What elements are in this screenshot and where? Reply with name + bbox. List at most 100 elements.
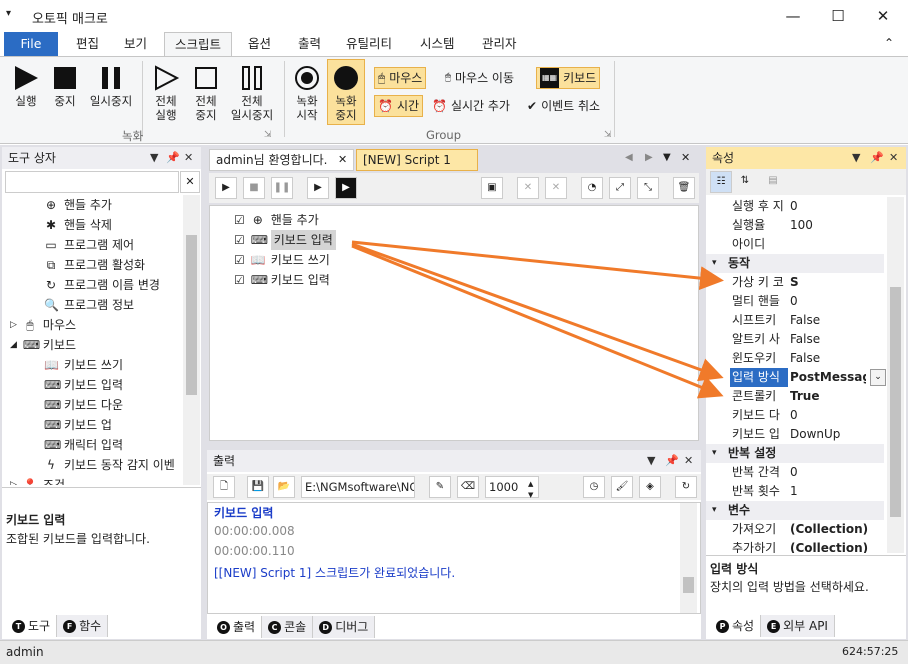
trash-icon[interactable]: 🗑 <box>673 177 695 199</box>
tab-system[interactable]: 시스템 <box>410 32 465 56</box>
script-step[interactable]: ☑ ⊕ 핸들 추가 <box>234 210 319 230</box>
realtime-add-toggle[interactable]: ⏰ 실시간 추가 <box>429 95 513 117</box>
property-row[interactable]: 아이디 <box>706 235 884 254</box>
dropdown-icon[interactable]: ▼ <box>852 147 860 169</box>
dropdown-button[interactable]: ⌄ <box>870 369 886 386</box>
record-start-button[interactable]: 녹화 시작 <box>290 65 324 122</box>
pause-button[interactable]: ❚❚ <box>271 177 293 199</box>
tab-view[interactable]: 보기 <box>114 32 157 56</box>
stop-button[interactable]: 중지 <box>48 65 82 108</box>
pause-all-button[interactable]: 전체 일시중지 <box>226 65 278 122</box>
minimize-button[interactable]: — <box>770 0 816 32</box>
expand-icon[interactable]: ▷ <box>10 475 17 485</box>
tree-item[interactable]: ▭ 프로그램 제어 <box>44 235 134 255</box>
property-category-action[interactable]: ▾ 동작 <box>706 254 884 273</box>
toolbox-scrollbar[interactable] <box>183 195 200 485</box>
property-category-repeat[interactable]: ▾ 반복 설정 <box>706 444 884 463</box>
tab-properties[interactable]: P 속성 <box>710 615 762 637</box>
run-selected-button[interactable]: ▶ <box>307 177 329 199</box>
delete-button[interactable]: ✕ <box>517 177 539 199</box>
property-row[interactable]: 윈도우키 False <box>706 349 884 368</box>
tab-edit[interactable]: 편집 <box>66 32 109 56</box>
expand-icon[interactable]: ▷ <box>10 315 17 335</box>
timer-icon[interactable]: ◔ <box>581 177 603 199</box>
categorized-icon[interactable]: ☷ <box>710 171 732 193</box>
tab-output[interactable]: 출력 <box>288 32 331 56</box>
tab-utility[interactable]: 유틸리티 <box>336 32 402 56</box>
tree-item[interactable]: ↻ 프로그램 이름 변경 <box>44 275 160 295</box>
tab-functions[interactable]: F 함수 <box>57 615 109 637</box>
tree-item[interactable]: ϟ 키보드 동작 감지 이벤 <box>44 455 175 475</box>
pin-icon[interactable]: 📌 <box>665 450 679 472</box>
tab-script[interactable]: 스크립트 <box>164 32 233 56</box>
property-row[interactable]: 시프트키 False <box>706 311 884 330</box>
clean-icon[interactable]: ✎ <box>429 476 451 498</box>
stop-button[interactable]: ■ <box>243 177 265 199</box>
mouse-move-toggle[interactable]: 🖱 마우스 이동 <box>442 67 517 89</box>
brush-icon[interactable]: 🖌 <box>611 476 633 498</box>
doc-tab-welcome[interactable]: admin님 환영합니다. <box>209 149 354 171</box>
tab-options[interactable]: 옵션 <box>238 32 281 56</box>
tree-item-condition[interactable]: ▷ 📍 조건 <box>10 475 65 485</box>
close-button[interactable]: ✕ <box>860 0 906 32</box>
scrollbar-thumb[interactable] <box>186 235 197 395</box>
script-step[interactable]: ☑ 📖 키보드 쓰기 <box>234 250 330 270</box>
collapse-icon[interactable]: ▾ <box>712 254 717 273</box>
delete-all-button[interactable]: ✕ <box>545 177 567 199</box>
sort-az-icon[interactable]: ⇅ <box>734 171 756 193</box>
script-step-selected[interactable]: ☑ ⌨ 키보드 입력 <box>234 230 336 250</box>
keyboard-toggle[interactable]: ▦▦ 키보드 <box>536 67 601 89</box>
scroll-right-icon[interactable]: ▶ <box>645 152 653 163</box>
stop-all-button[interactable]: 전체 중지 <box>188 65 224 122</box>
checkbox-checked[interactable]: ☑ <box>234 270 245 290</box>
property-row[interactable]: 알트키 사 False <box>706 330 884 349</box>
run-button[interactable]: 실행 <box>8 65 44 108</box>
run-to-button[interactable]: ▶ <box>335 177 357 199</box>
collapse-icon[interactable]: ⤡ <box>637 177 659 199</box>
new-log-icon[interactable]: 🗋 <box>213 476 235 498</box>
property-row[interactable]: 가져오기 (Collection) <box>706 520 884 539</box>
property-row[interactable]: 추가하기 (Collection) <box>706 539 884 553</box>
tree-item[interactable]: ⌨ 캐릭터 입력 <box>44 435 123 455</box>
tab-tools[interactable]: T 도구 <box>6 615 58 637</box>
tab-admin[interactable]: 관리자 <box>472 32 527 56</box>
close-icon[interactable]: ✕ <box>684 450 693 472</box>
pin-icon[interactable]: 📌 <box>870 147 884 169</box>
tree-item[interactable]: ⌨ 키보드 입력 <box>44 375 123 395</box>
collapse-ribbon-icon[interactable]: ⌃ <box>884 36 894 50</box>
tab-console[interactable]: C 콘솔 <box>262 616 314 638</box>
system-menu-icon[interactable]: ▾ <box>6 8 11 19</box>
property-row[interactable]: 가상 키 코 S <box>706 273 884 292</box>
close-tab-icon[interactable]: ✕ <box>338 153 347 166</box>
property-pages-icon[interactable]: ▤ <box>762 171 784 193</box>
output-log[interactable]: 키보드 입력 00:00:00.008 00:00:00.110 [[NEW] … <box>207 502 701 614</box>
refresh-icon[interactable]: ↻ <box>675 476 697 498</box>
script-editor[interactable]: ☑ ⊕ 핸들 추가 ☑ ⌨ 키보드 입력 ☑ 📖 키보드 쓰기 ☑ ⌨ 키보드 입력 <box>209 205 699 441</box>
time-toggle[interactable]: ⏰ 시간 <box>374 95 424 117</box>
property-row[interactable]: 콘트롤키 True <box>706 387 884 406</box>
tree-item-mouse[interactable]: ▷ 🖱 마우스 <box>10 315 76 335</box>
pause-button[interactable]: 일시중지 <box>86 65 136 108</box>
record-stop-button[interactable]: 녹화 중지 <box>327 59 365 125</box>
toolbox-search-input[interactable] <box>5 171 179 193</box>
play-button[interactable]: ▶ <box>215 177 237 199</box>
property-row[interactable]: 실행율 100 <box>706 216 884 235</box>
tree-item[interactable]: ⌨ 키보드 업 <box>44 415 112 435</box>
tree-item[interactable]: ⊕ 핸들 추가 <box>44 195 112 215</box>
output-scrollbar[interactable] <box>680 503 697 613</box>
properties-scrollbar[interactable] <box>887 197 904 553</box>
clock-icon[interactable]: ◷ <box>583 476 605 498</box>
maximize-button[interactable]: ☐ <box>815 0 861 32</box>
expand-icon[interactable]: ⤢ <box>609 177 631 199</box>
run-all-button[interactable]: 전체 실행 <box>148 65 184 122</box>
checkbox-checked[interactable]: ☑ <box>234 210 245 230</box>
checkbox-checked[interactable]: ☑ <box>234 230 245 250</box>
tab-file[interactable]: File <box>4 32 58 56</box>
property-row[interactable]: 실행 후 지 0 <box>706 197 884 216</box>
pin-icon[interactable]: 📌 <box>166 147 180 169</box>
tree-item[interactable]: 📖 키보드 쓰기 <box>44 355 123 375</box>
property-row[interactable]: 키보드 다 0 <box>706 406 884 425</box>
doc-tab-script[interactable]: [NEW] Script 1 <box>356 149 478 171</box>
dialog-launcher-icon[interactable]: ⇲ <box>604 130 612 140</box>
dropdown-icon[interactable]: ▼ <box>150 147 158 169</box>
